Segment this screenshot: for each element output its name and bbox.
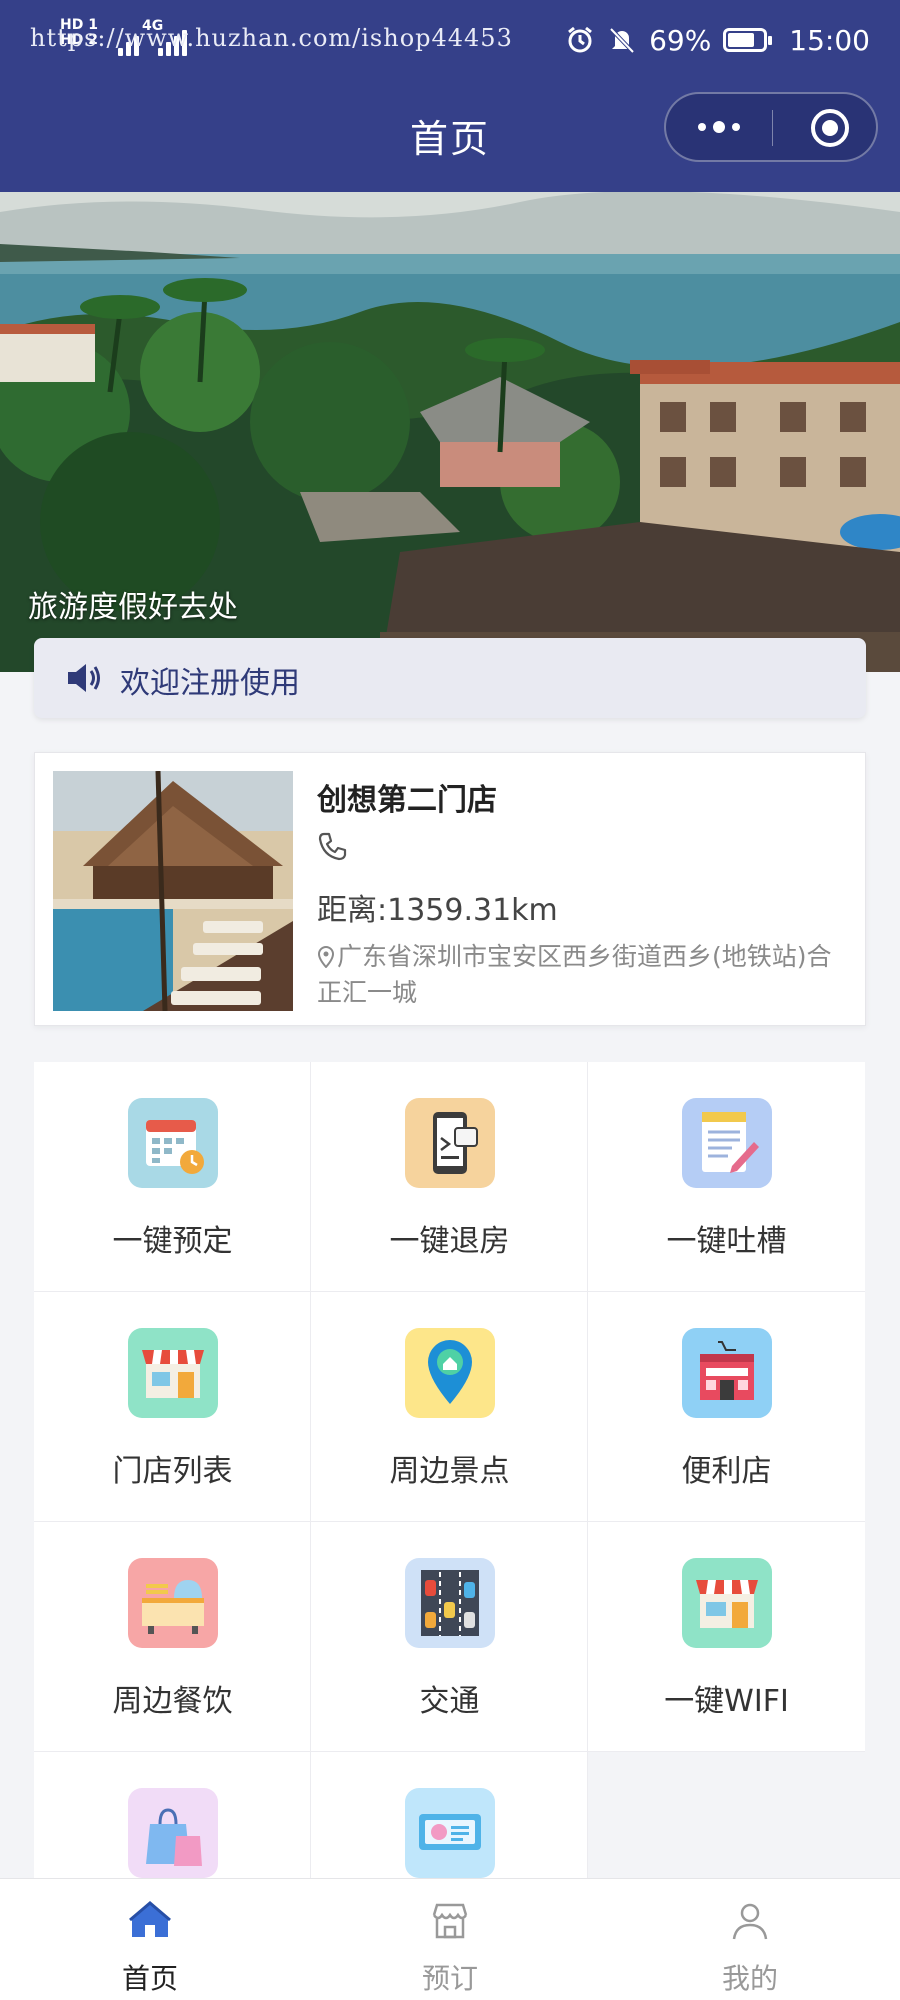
speaker-icon bbox=[68, 664, 100, 692]
grid-item-shopping[interactable] bbox=[34, 1752, 311, 1882]
alarm-icon bbox=[568, 26, 592, 53]
grid-item-attractions[interactable]: 周边景点 bbox=[311, 1292, 588, 1522]
grid-item-label: 一键WIFI bbox=[664, 1684, 789, 1719]
top-bar: HD 1 HD 2 4G https://www.huzhan.com/isho… bbox=[0, 0, 900, 192]
storefront-icon bbox=[128, 1328, 218, 1418]
map-pin-icon bbox=[405, 1328, 495, 1418]
convenience-store-icon bbox=[682, 1328, 772, 1418]
grid-item-label: 门店列表 bbox=[112, 1454, 233, 1489]
battery-icon bbox=[723, 28, 773, 52]
tab-label: 预订 bbox=[421, 1962, 478, 1995]
grid-item-feedback[interactable]: 一键吐槽 bbox=[588, 1062, 865, 1292]
grid-item-label: 一键吐槽 bbox=[666, 1224, 787, 1259]
more-menu-button[interactable] bbox=[666, 94, 772, 160]
mute-bell-icon bbox=[609, 27, 635, 54]
banner-image[interactable]: 旅游度假好去处 bbox=[0, 192, 900, 672]
tab-label: 我的 bbox=[721, 1962, 778, 1995]
tab-mine[interactable]: 我的 bbox=[600, 1879, 900, 2000]
calendar-icon bbox=[128, 1098, 218, 1188]
notice-text: 欢迎注册使用 bbox=[120, 666, 300, 701]
status-bar: HD 1 HD 2 4G https://www.huzhan.com/isho… bbox=[0, 14, 900, 64]
phone-checkout-icon bbox=[405, 1098, 495, 1188]
grid-item-label: 交通 bbox=[419, 1684, 480, 1719]
banner-caption: 旅游度假好去处 bbox=[28, 590, 238, 625]
traffic-icon bbox=[405, 1558, 495, 1648]
store-photo bbox=[53, 771, 293, 1011]
location-pin-icon bbox=[317, 946, 335, 968]
grid-item-wifi[interactable]: 一键WIFI bbox=[588, 1522, 865, 1752]
store-distance: 距离:1359.31km bbox=[317, 893, 558, 928]
status-right: 69% 15:00 bbox=[565, 20, 870, 60]
grid-item-store-list[interactable]: 门店列表 bbox=[34, 1292, 311, 1522]
store-address: 广东省深圳市宝安区西乡街道西乡(地铁站)合正汇一城 bbox=[317, 939, 837, 1011]
user-icon bbox=[732, 1903, 768, 1940]
grid-item-tickets[interactable] bbox=[311, 1752, 588, 1882]
miniprogram-capsule bbox=[664, 92, 878, 162]
grid-item-checkout[interactable]: 一键退房 bbox=[311, 1062, 588, 1292]
wifi-shop-icon bbox=[682, 1558, 772, 1648]
function-grid: 一键预定 一键退房 一键吐槽 门店列表 周边景点 便利店 周边餐饮 交通 一键W… bbox=[34, 1062, 866, 1882]
grid-item-label: 一键退房 bbox=[389, 1224, 510, 1259]
tab-label: 首页 bbox=[121, 1962, 178, 1995]
grid-item-convenience[interactable]: 便利店 bbox=[588, 1292, 865, 1522]
ticket-icon bbox=[405, 1788, 495, 1878]
tab-home[interactable]: 首页 bbox=[0, 1879, 300, 2000]
grid-item-label: 一键预定 bbox=[112, 1224, 233, 1259]
food-cart-icon bbox=[128, 1558, 218, 1648]
shopping-bag-icon bbox=[128, 1788, 218, 1878]
store-card[interactable]: 创想第二门店 距离:1359.31km 广东省深圳市宝安区西乡街道西乡(地铁站)… bbox=[34, 752, 866, 1026]
notice-bar[interactable]: 欢迎注册使用 bbox=[34, 638, 866, 718]
store-name: 创想第二门店 bbox=[317, 783, 497, 818]
clock: 15:00 bbox=[789, 23, 870, 57]
store-address-text: 广东省深圳市宝安区西乡街道西乡(地铁站)合正汇一城 bbox=[317, 942, 832, 1007]
home-icon bbox=[129, 1901, 171, 1937]
grid-item-label: 周边餐饮 bbox=[112, 1684, 233, 1719]
bottom-tab-bar: 首页 预订 我的 bbox=[0, 1878, 900, 2000]
grid-item-label: 便利店 bbox=[681, 1454, 772, 1489]
grid-item-dining[interactable]: 周边餐饮 bbox=[34, 1522, 311, 1752]
tab-booking[interactable]: 预订 bbox=[300, 1879, 600, 2000]
grid-item-traffic[interactable]: 交通 bbox=[311, 1522, 588, 1752]
close-target-icon[interactable] bbox=[811, 109, 849, 147]
notepad-icon bbox=[682, 1098, 772, 1188]
grid-item-label: 周边景点 bbox=[389, 1454, 510, 1489]
phone-icon[interactable] bbox=[317, 831, 347, 861]
battery-percent: 69% bbox=[649, 23, 712, 57]
grid-item-book[interactable]: 一键预定 bbox=[34, 1062, 311, 1292]
store-icon bbox=[432, 1903, 468, 1939]
watermark-url: https://www.huzhan.com/ishop44453 bbox=[30, 24, 513, 52]
